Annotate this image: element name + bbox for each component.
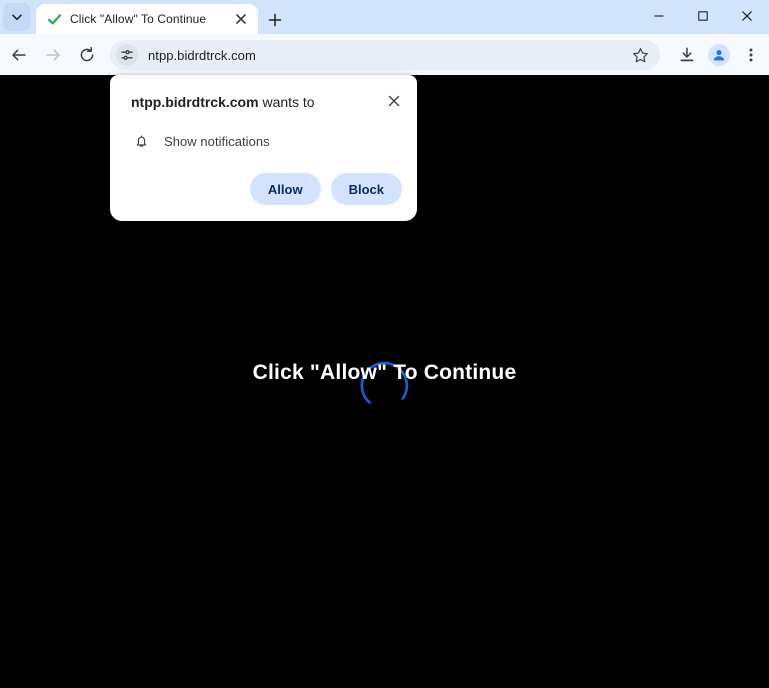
tab-close-button[interactable] — [232, 10, 250, 28]
forward-button — [38, 40, 68, 70]
close-icon — [742, 11, 752, 21]
permission-dialog-origin: ntpp.bidrdtrck.com — [131, 94, 259, 110]
tune-sliders-icon — [121, 50, 133, 60]
toolbar-actions — [671, 40, 767, 70]
tab-title: Click "Allow" To Continue — [70, 12, 207, 26]
plus-icon — [268, 13, 282, 27]
browser-tab[interactable]: Click "Allow" To Continue — [36, 4, 258, 34]
url-text[interactable]: ntpp.bidrdtrck.com — [148, 48, 628, 63]
address-bar[interactable]: ntpp.bidrdtrck.com — [110, 40, 660, 70]
person-avatar-icon — [713, 50, 725, 61]
forward-arrow-icon — [46, 49, 60, 60]
green-check-icon — [46, 11, 62, 27]
back-arrow-icon — [12, 49, 26, 60]
permission-label: Show notifications — [164, 133, 270, 149]
permission-dialog-close-button[interactable] — [383, 90, 405, 112]
minimize-icon — [654, 15, 664, 17]
back-button[interactable] — [4, 40, 34, 70]
permission-item-notifications: Show notifications — [131, 131, 270, 151]
close-window-button[interactable] — [725, 0, 769, 32]
close-icon — [388, 95, 400, 107]
star-icon — [632, 47, 648, 62]
permission-dialog-title: ntpp.bidrdtrck.com wants to — [131, 93, 376, 111]
chevron-down-icon — [12, 14, 22, 21]
new-tab-button[interactable] — [262, 7, 288, 33]
reload-button[interactable] — [72, 40, 102, 70]
profile-button[interactable] — [703, 40, 735, 70]
bookmark-button[interactable] — [628, 43, 652, 67]
chrome-menu-button[interactable] — [735, 40, 767, 70]
maximize-button[interactable] — [681, 0, 725, 32]
permission-dialog-title-suffix: wants to — [258, 94, 315, 110]
close-icon — [236, 14, 246, 24]
minimize-button[interactable] — [637, 0, 681, 32]
allow-button[interactable]: Allow — [249, 173, 321, 205]
block-button[interactable]: Block — [330, 173, 402, 205]
three-dot-menu-icon — [749, 48, 753, 62]
notification-permission-dialog: ntpp.bidrdtrck.com wants to Show notific… — [110, 75, 417, 221]
bell-icon — [131, 131, 151, 151]
tab-search-button[interactable] — [3, 3, 31, 31]
window-controls — [637, 0, 769, 32]
avatar — [708, 44, 730, 66]
downloads-button[interactable] — [671, 40, 703, 70]
browser-window: Click "Allow" To Continue ntpp.bidrdtrck… — [0, 0, 769, 688]
site-info-button[interactable] — [116, 44, 138, 66]
reload-icon — [80, 46, 94, 61]
maximize-icon — [698, 11, 708, 21]
permission-dialog-actions: Allow Block — [249, 173, 402, 205]
download-icon — [680, 47, 694, 62]
tab-strip: Click "Allow" To Continue — [0, 0, 769, 34]
page-title: Click "Allow" To Continue — [252, 361, 517, 384]
